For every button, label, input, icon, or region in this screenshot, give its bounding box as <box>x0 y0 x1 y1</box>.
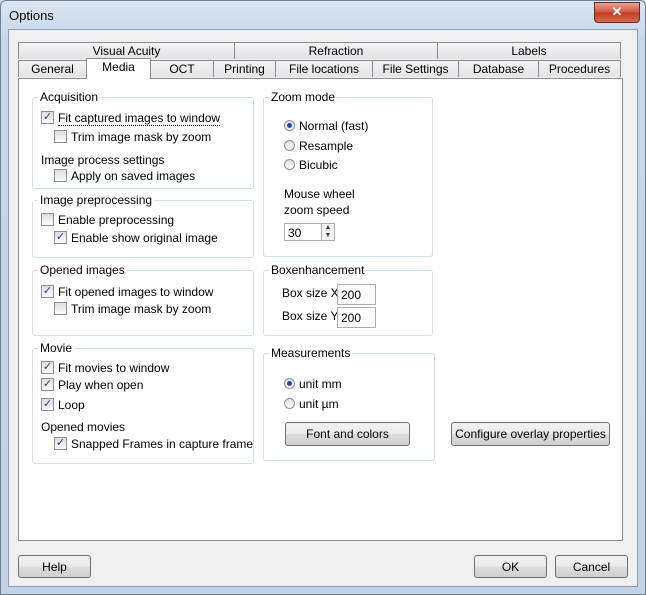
radio-icon <box>284 140 295 152</box>
spin-down-icon[interactable]: ▼ <box>322 232 334 240</box>
show-original-checkbox[interactable]: ✓ Enable show original image <box>54 231 218 247</box>
check-icon: ✓ <box>41 361 54 375</box>
radio-icon <box>284 159 295 171</box>
title-bar: Options ✕ <box>1 1 645 31</box>
acquisition-group-label: Acquisition <box>38 90 101 104</box>
zoom-resample-radio[interactable]: Resample <box>284 139 353 155</box>
unit-um-radio[interactable]: unit µm <box>284 397 339 413</box>
fit-movies-checkbox[interactable]: ✓ Fit movies to window <box>41 361 169 377</box>
tab-general[interactable]: General <box>18 60 87 77</box>
check-icon <box>54 130 67 144</box>
cancel-button[interactable]: Cancel <box>555 555 628 578</box>
snapped-frames-checkbox[interactable]: ✓ Snapped Frames in capture frame <box>54 437 253 453</box>
check-icon <box>41 213 54 227</box>
loop-checkbox[interactable]: ✓ Loop <box>41 398 85 414</box>
configure-overlay-button[interactable]: Configure overlay properties <box>451 422 610 446</box>
zoom-bicubic-radio[interactable]: Bicubic <box>284 158 338 174</box>
preprocessing-group: Image preprocessing <box>32 193 254 258</box>
play-when-open-checkbox[interactable]: ✓ Play when open <box>41 378 143 394</box>
ok-button[interactable]: OK <box>474 555 547 578</box>
zoom-normal-radio[interactable]: Normal (fast) <box>284 119 368 135</box>
fit-captured-checkbox[interactable]: ✓ Fit captured images to window <box>41 111 221 127</box>
box-size-y-input[interactable]: 200 <box>337 307 376 328</box>
opened-movies-label: Opened movies <box>41 420 126 434</box>
zoom-speed-stepper[interactable]: ▲ ▼ <box>321 223 335 241</box>
tab-file-settings[interactable]: File Settings <box>372 60 459 77</box>
box-size-x-input[interactable]: 200 <box>337 284 376 305</box>
measurements-group-label: Measurements <box>269 346 353 360</box>
check-icon: ✓ <box>41 111 54 125</box>
mouse-wheel-label: Mouse wheel <box>284 187 355 201</box>
tab-database[interactable]: Database <box>458 60 539 77</box>
tab-printing[interactable]: Printing <box>213 60 276 77</box>
check-icon: ✓ <box>41 285 54 299</box>
radio-icon <box>284 398 295 410</box>
font-and-colors-button[interactable]: Font and colors <box>285 422 410 446</box>
apply-saved-checkbox[interactable]: Apply on saved images <box>54 169 195 185</box>
spin-up-icon[interactable]: ▲ <box>322 224 334 232</box>
fit-opened-checkbox[interactable]: ✓ Fit opened images to window <box>41 285 213 301</box>
radio-icon <box>284 120 295 132</box>
check-icon <box>54 302 67 316</box>
window-title: Options <box>9 8 54 23</box>
tab-oct[interactable]: OCT <box>150 60 214 77</box>
tab-visual-acuity[interactable]: Visual Acuity <box>18 42 235 59</box>
tab-labels[interactable]: Labels <box>437 42 621 59</box>
radio-icon <box>284 378 295 390</box>
zoom-speed-label: zoom speed <box>284 203 350 217</box>
check-icon <box>54 169 67 183</box>
check-icon: ✓ <box>54 231 67 245</box>
close-icon: ✕ <box>611 4 623 19</box>
movie-group-label: Movie <box>38 341 75 355</box>
preprocessing-group-label: Image preprocessing <box>38 193 155 207</box>
zoom-mode-group-label: Zoom mode <box>269 90 338 104</box>
enable-preprocessing-checkbox[interactable]: Enable preprocessing <box>41 213 174 229</box>
help-button[interactable]: Help <box>18 555 91 578</box>
close-button[interactable]: ✕ <box>594 2 640 23</box>
tab-media[interactable]: Media <box>86 58 151 79</box>
check-icon: ✓ <box>41 378 54 392</box>
opened-images-group-label: Opened images <box>38 263 127 277</box>
trim-mask-acquisition-checkbox[interactable]: Trim image mask by zoom <box>54 130 211 146</box>
tab-refraction[interactable]: Refraction <box>234 42 438 59</box>
image-process-settings-label: Image process settings <box>41 153 165 167</box>
zoom-speed-input[interactable]: 30 <box>284 223 322 241</box>
boxenhancement-group-label: Boxenhancement <box>269 263 367 277</box>
check-icon: ✓ <box>41 398 54 412</box>
trim-mask-opened-checkbox[interactable]: Trim image mask by zoom <box>54 302 211 318</box>
unit-mm-radio[interactable]: unit mm <box>284 377 342 393</box>
tab-procedures[interactable]: Procedures <box>538 60 621 77</box>
box-size-x-label: Box size X <box>282 286 339 300</box>
tab-file-locations[interactable]: File locations <box>275 60 373 77</box>
box-size-y-label: Box size Y <box>282 309 339 323</box>
check-icon: ✓ <box>54 437 67 451</box>
